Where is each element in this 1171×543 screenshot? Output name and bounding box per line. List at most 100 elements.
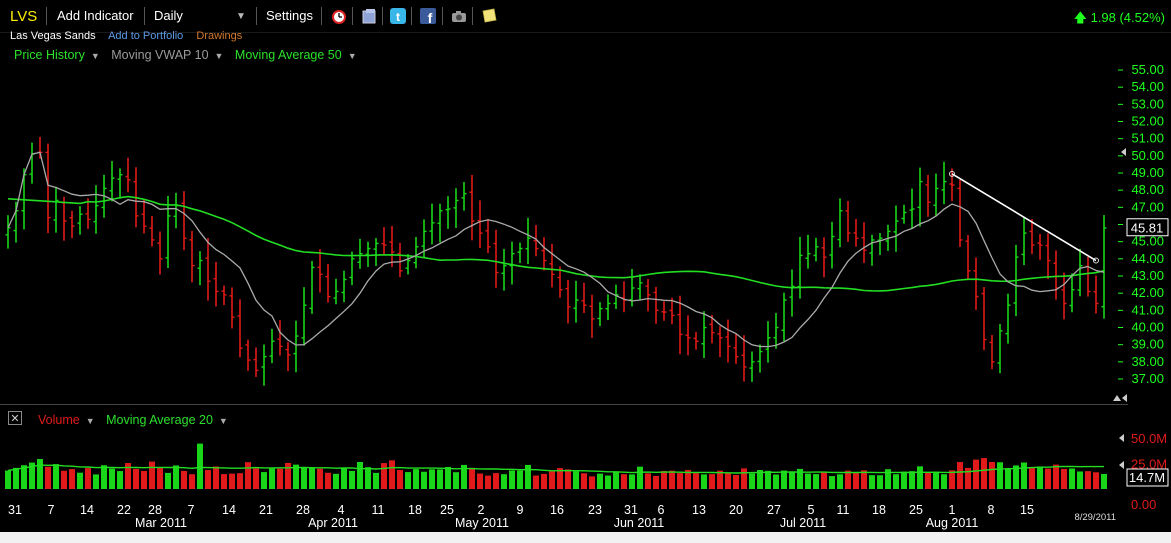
chevron-down-icon[interactable]: ▼ xyxy=(348,51,357,61)
price-bar xyxy=(157,231,163,275)
price-bar xyxy=(589,294,595,338)
volume-bar xyxy=(853,473,859,489)
settings-button[interactable]: Settings xyxy=(266,8,313,23)
volume-bar xyxy=(333,473,339,489)
toolbar-divider xyxy=(352,7,353,25)
volume-bar xyxy=(341,467,347,489)
chevron-down-icon[interactable]: ▼ xyxy=(236,11,246,22)
ma50-line xyxy=(7,195,1105,292)
volume-bar xyxy=(613,472,619,489)
chevron-down-icon[interactable]: ▼ xyxy=(91,51,100,61)
volume-bar xyxy=(573,471,579,489)
price-tick-label: 43.00 xyxy=(1131,268,1164,283)
volume-ma20-line xyxy=(7,464,1104,474)
chevron-down-icon[interactable]: ▼ xyxy=(215,51,224,61)
price-bar xyxy=(77,206,83,235)
chevron-down-icon[interactable]: ▼ xyxy=(219,416,228,426)
price-bar xyxy=(957,179,963,247)
period-select[interactable]: Daily xyxy=(154,8,183,23)
volume-bar xyxy=(5,470,11,489)
ticker-symbol[interactable]: LVS xyxy=(10,8,37,25)
volume-bar xyxy=(749,473,755,489)
volume-bar xyxy=(973,459,979,489)
volume-bar xyxy=(605,475,611,489)
price-tick-label: 39.00 xyxy=(1131,337,1164,352)
volume-bar xyxy=(437,469,443,489)
volume-bar xyxy=(485,475,491,489)
volume-bar xyxy=(1077,471,1083,489)
price-bar xyxy=(221,285,227,306)
volume-bar xyxy=(1069,468,1075,489)
volume-bar xyxy=(901,471,907,489)
facebook-icon[interactable]: f xyxy=(420,8,436,24)
volume-bar xyxy=(189,474,195,489)
price-bar xyxy=(725,319,731,363)
price-bar xyxy=(821,237,827,278)
price-bar xyxy=(573,280,579,323)
volume-bar xyxy=(245,462,251,489)
volume-bar xyxy=(77,472,83,489)
camera-icon[interactable] xyxy=(451,8,467,24)
month-label: May 2011 xyxy=(455,516,509,530)
volume-bar xyxy=(669,470,675,489)
add-indicator-button[interactable]: Add Indicator xyxy=(57,8,134,23)
volume-bar xyxy=(141,470,147,489)
date-tick-label: 5 xyxy=(808,503,815,517)
price-bar xyxy=(989,335,995,370)
legend-ma20[interactable]: Moving Average 20 xyxy=(106,413,213,427)
price-bar xyxy=(949,168,955,202)
volume-bar xyxy=(861,470,867,489)
volume-bar xyxy=(269,468,275,489)
date-tick-label: 14 xyxy=(80,503,94,517)
portfolio-icon[interactable] xyxy=(361,8,377,24)
price-bar xyxy=(477,200,483,249)
volume-bar xyxy=(229,473,235,489)
drawings-link[interactable]: Drawings xyxy=(196,30,242,42)
volume-bar xyxy=(93,474,99,489)
twitter-icon[interactable]: t xyxy=(390,8,406,24)
legend-volume[interactable]: Volume xyxy=(38,413,80,427)
price-bar xyxy=(245,339,251,371)
price-bar xyxy=(797,236,803,299)
price-bar xyxy=(741,335,747,382)
volume-bar xyxy=(173,465,179,489)
volume-bar xyxy=(429,469,435,489)
price-bar xyxy=(493,229,499,288)
price-bar xyxy=(981,287,987,351)
price-bar xyxy=(829,221,835,269)
month-label: Jun 2011 xyxy=(614,516,665,530)
date-tick-label: 25 xyxy=(909,503,923,517)
date-tick-label: 16 xyxy=(550,503,564,517)
alarm-clock-icon[interactable] xyxy=(331,8,347,24)
price-bar xyxy=(93,185,99,234)
price-bar xyxy=(197,251,203,286)
toolbar-divider xyxy=(256,7,257,25)
volume-tick-label: 50.0M xyxy=(1131,431,1167,446)
volume-bar xyxy=(509,470,515,489)
price-bar xyxy=(365,241,371,267)
note-icon[interactable] xyxy=(481,8,497,24)
price-bar xyxy=(733,333,739,364)
price-tick-label: 54.00 xyxy=(1131,79,1164,94)
date-tick-label: 7 xyxy=(188,503,195,517)
price-bar xyxy=(549,243,555,288)
price-bar xyxy=(965,235,971,280)
close-icon[interactable]: ✕ xyxy=(8,411,22,425)
legend-ma50[interactable]: Moving Average 50 xyxy=(235,48,342,62)
volume-bar xyxy=(477,473,483,489)
price-tick-label: 37.00 xyxy=(1131,371,1164,386)
price-bar xyxy=(501,248,507,291)
price-bar xyxy=(189,231,195,283)
add-to-portfolio-link[interactable]: Add to Portfolio xyxy=(108,30,183,42)
volume-bars xyxy=(5,443,1107,489)
legend-vwap[interactable]: Moving VWAP 10 xyxy=(111,48,208,62)
chevron-down-icon[interactable]: ▼ xyxy=(86,416,95,426)
volume-bar xyxy=(365,467,371,489)
date-tick-label: 6 xyxy=(658,503,665,517)
volume-bar xyxy=(349,470,355,489)
price-bar xyxy=(717,326,723,358)
price-bar xyxy=(853,218,859,247)
legend-price-history[interactable]: Price History xyxy=(14,48,85,62)
price-bar xyxy=(309,261,315,314)
volume-bar xyxy=(149,461,155,489)
